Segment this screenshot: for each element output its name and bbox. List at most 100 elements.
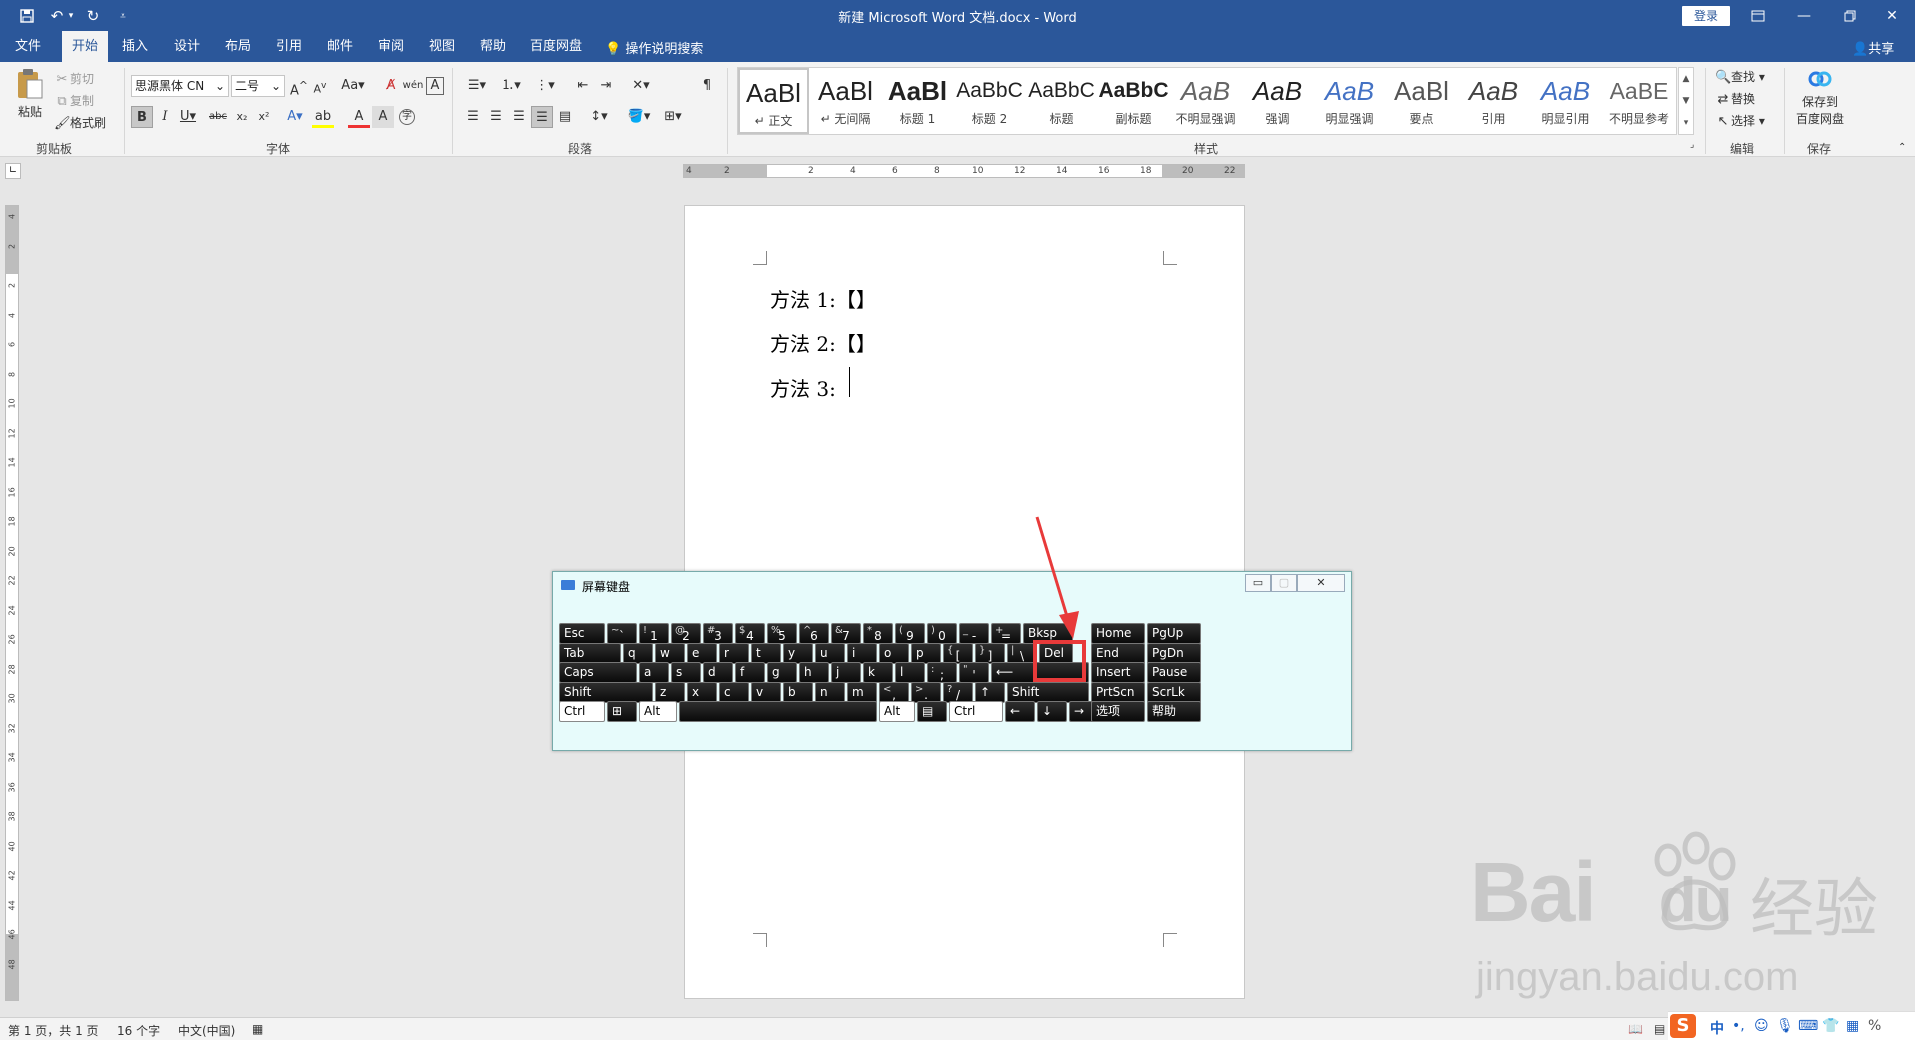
grow-font-icon[interactable]: A^	[288, 75, 310, 98]
decrease-indent-icon[interactable]: ⇤	[572, 75, 594, 97]
restore-icon[interactable]	[1827, 0, 1873, 31]
osk-key[interactable]: ↑	[975, 682, 1005, 703]
align-center-icon[interactable]: ☰	[485, 106, 507, 128]
osk-key[interactable]: @2	[671, 623, 701, 644]
minimize-icon[interactable]: —	[1781, 0, 1827, 31]
bullets-icon[interactable]: ☰▾	[462, 75, 492, 97]
osk-key[interactable]: <,	[879, 682, 909, 703]
osk-nav-key[interactable]: End	[1091, 643, 1145, 664]
osk-key[interactable]: Esc	[559, 623, 605, 644]
tab-home[interactable]: 开始	[62, 31, 108, 62]
osk-nav-key[interactable]: ScrLk	[1147, 682, 1201, 703]
osk-nav-key[interactable]: Home	[1091, 623, 1145, 644]
osk-key[interactable]: s	[671, 662, 701, 683]
print-layout-icon[interactable]: ▤	[1654, 1022, 1665, 1036]
osk-maximize-icon[interactable]: ▢	[1271, 574, 1297, 592]
increase-indent-icon[interactable]: ⇥	[595, 75, 617, 97]
osk-key[interactable]: Alt	[639, 701, 677, 722]
read-mode-icon[interactable]: 📖	[1628, 1022, 1643, 1036]
select-button[interactable]: ↖ 选择 ▾	[1715, 112, 1765, 130]
distributed-icon[interactable]: ▤	[554, 106, 576, 128]
align-right-icon[interactable]: ☰	[508, 106, 530, 128]
osk-key[interactable]: % 5	[767, 623, 797, 644]
chevron-down-icon[interactable]: ▼	[1679, 90, 1693, 112]
osk-key[interactable]: (9	[895, 623, 925, 644]
change-case-icon[interactable]: Aa▾	[338, 75, 368, 97]
osk-key[interactable]: r	[719, 643, 749, 664]
microphone-icon[interactable]: 🎙	[1776, 1018, 1794, 1034]
styles-dialog-launcher-icon[interactable]: ⌟	[1690, 140, 1694, 150]
osk-key[interactable]: " '	[959, 662, 989, 683]
login-button[interactable]: 登录	[1682, 6, 1730, 26]
osk-key[interactable]: z	[655, 682, 685, 703]
osk-key[interactable]: Caps	[559, 662, 637, 683]
tab-stop-selector[interactable]: ∟	[5, 163, 21, 179]
percent-icon[interactable]: %	[1868, 1018, 1881, 1034]
osk-key[interactable]: e	[687, 643, 717, 664]
phonetic-guide-icon[interactable]: wén	[402, 75, 424, 97]
style-emphasis[interactable]: AaB 强调	[1242, 68, 1313, 134]
osk-close-icon[interactable]: ✕	[1297, 574, 1345, 592]
shading-icon[interactable]: 🪣▾	[624, 106, 654, 128]
underline-button[interactable]: U▾	[177, 106, 199, 128]
doc-line-3[interactable]: 方法 3:	[770, 373, 836, 402]
borders-icon[interactable]: ⊞▾	[658, 106, 688, 128]
osk-key[interactable]: }]	[975, 643, 1005, 664]
style-heading-1[interactable]: AaBl 标题 1	[882, 68, 953, 134]
chevron-up-icon[interactable]: ▲	[1679, 68, 1693, 90]
osk-key[interactable]: t	[751, 643, 781, 664]
osk-key[interactable]: $4	[735, 623, 765, 644]
font-size-combo[interactable]: 二号 ⌄	[231, 75, 285, 97]
strikethrough-button[interactable]: abc	[207, 106, 229, 128]
text-effects-icon[interactable]: A▾	[284, 106, 306, 128]
soft-keyboard-icon[interactable]: ⌨	[1798, 1018, 1818, 1034]
tab-help[interactable]: 帮助	[470, 31, 516, 62]
style-normal[interactable]: AaBl ↵ 正文	[738, 68, 809, 134]
style-no-spacing[interactable]: AaBl ↵ 无间隔	[810, 68, 881, 134]
osk-key[interactable]: i	[847, 643, 877, 664]
style-heading-2[interactable]: AaBbC 标题 2	[954, 68, 1025, 134]
font-color-icon[interactable]: A	[348, 106, 370, 128]
show-marks-icon[interactable]: ¶	[696, 75, 718, 97]
style-subtitle[interactable]: AaBbC 副标题	[1098, 68, 1169, 134]
tell-me-search[interactable]: 💡 操作说明搜索	[605, 38, 703, 57]
paste-button[interactable]: 粘贴	[12, 68, 48, 120]
tab-view[interactable]: 视图	[419, 31, 465, 62]
tab-references[interactable]: 引用	[266, 31, 312, 62]
word-count[interactable]: 16 个字	[117, 1022, 160, 1039]
osk-key[interactable]: >.	[911, 682, 941, 703]
doc-line-2[interactable]: 方法 2:【】	[770, 328, 876, 357]
vertical-ruler[interactable]: 4 2 2 4 6 8 10 12 14 16 18 20 22 24 26 28 30 32 34 36 38 40 42…	[5, 205, 19, 1001]
page-count[interactable]: 第 1 页，共 1 页	[8, 1022, 99, 1039]
osk-minimize-icon[interactable]: ▭	[1245, 574, 1271, 592]
share-button[interactable]: 👤共享	[1852, 38, 1894, 57]
find-button[interactable]: 🔍查找 ▾	[1715, 68, 1765, 86]
macro-icon[interactable]: ▦	[252, 1022, 263, 1036]
save-to-netdisk-button[interactable]: 保存到 百度网盘	[1792, 68, 1848, 127]
skin-icon[interactable]: 👕	[1822, 1018, 1839, 1034]
style-title[interactable]: AaBbC 标题	[1026, 68, 1097, 134]
osk-nav-key[interactable]: 帮助	[1147, 701, 1201, 722]
superscript-button[interactable]: x²	[253, 106, 275, 128]
osk-key[interactable]: q	[623, 643, 653, 664]
osk-key[interactable]: ←	[1005, 701, 1035, 722]
numbering-icon[interactable]: ⒈▾	[496, 75, 526, 97]
chinese-layout-icon[interactable]: ✕▾	[626, 75, 656, 97]
osk-key[interactable]	[679, 701, 877, 722]
osk-key[interactable]: :;	[927, 662, 957, 683]
osk-key[interactable]: c	[719, 682, 749, 703]
osk-key[interactable]: {[	[943, 643, 973, 664]
tab-review[interactable]: 审阅	[368, 31, 414, 62]
line-spacing-icon[interactable]: ↕▾	[584, 106, 614, 128]
osk-key[interactable]: o	[879, 643, 909, 664]
emoji-icon[interactable]: ☺	[1754, 1018, 1769, 1034]
osk-key[interactable]: ▤	[917, 701, 947, 722]
font-name-combo[interactable]: 思源黑体 CN ⌄	[131, 75, 229, 97]
osk-key[interactable]: ) 0	[927, 623, 957, 644]
osk-key[interactable]: g	[767, 662, 797, 683]
close-icon[interactable]: ✕	[1869, 0, 1915, 31]
osk-key[interactable]: h	[799, 662, 829, 683]
enclose-char-icon[interactable]: 字	[399, 109, 415, 125]
tab-insert[interactable]: 插入	[112, 31, 158, 62]
osk-nav-key[interactable]: Pause	[1147, 662, 1201, 683]
